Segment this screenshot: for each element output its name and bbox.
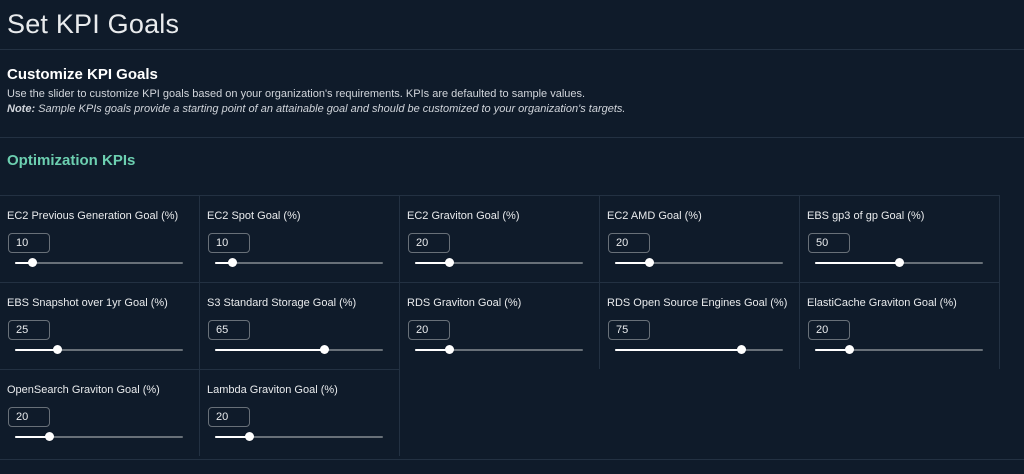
kpi-label: EBS gp3 of gp Goal (%)	[807, 210, 925, 222]
kpi-label: RDS Open Source Engines Goal (%)	[607, 297, 788, 309]
kpi-card-ebs-gp3: EBS gp3 of gp Goal (%)	[800, 195, 1000, 282]
kpi-slider[interactable]	[415, 345, 583, 355]
kpi-label: EC2 Spot Goal (%)	[207, 210, 301, 222]
kpi-label: EBS Snapshot over 1yr Goal (%)	[7, 297, 168, 309]
kpi-grid: EC2 Previous Generation Goal (%) EC2 Spo…	[0, 195, 1003, 456]
kpi-label: EC2 Previous Generation Goal (%)	[7, 210, 179, 222]
kpi-slider[interactable]	[415, 258, 583, 268]
intro-note-text: Sample KPIs goals provide a starting poi…	[35, 103, 626, 115]
kpi-card-ec2-spot: EC2 Spot Goal (%)	[200, 195, 400, 282]
slider-fill	[415, 262, 449, 264]
slider-fill	[215, 436, 249, 438]
slider-fill	[615, 349, 741, 351]
intro-note-label: Note:	[7, 103, 36, 115]
page-title: Set KPI Goals	[7, 9, 180, 39]
kpi-value-input[interactable]	[808, 320, 850, 340]
kpi-slider[interactable]	[215, 345, 383, 355]
kpi-value-input[interactable]	[208, 233, 250, 253]
page: Set KPI Goals Customize KPI Goals Use th…	[0, 0, 1024, 474]
slider-thumb[interactable]	[844, 345, 854, 354]
kpi-label: EC2 AMD Goal (%)	[607, 210, 702, 222]
kpi-card-ec2-graviton: EC2 Graviton Goal (%)	[400, 195, 600, 282]
slider-thumb[interactable]	[895, 258, 904, 267]
kpi-slider[interactable]	[815, 345, 983, 355]
section-heading: Optimization KPIs	[7, 152, 136, 169]
slider-thumb[interactable]	[320, 345, 330, 354]
slider-fill	[415, 349, 449, 351]
intro-note: Note: Sample KPIs goals provide a starti…	[7, 102, 1017, 117]
kpi-card-elasticache-graviton: ElastiCache Graviton Goal (%)	[800, 282, 1000, 369]
intro-description: Use the slider to customize KPI goals ba…	[7, 88, 586, 100]
slider-thumb[interactable]	[444, 258, 454, 267]
kpi-slider[interactable]	[215, 432, 383, 442]
slider-thumb[interactable]	[244, 432, 254, 441]
title-bar: Set KPI Goals	[0, 0, 1024, 50]
kpi-card-ec2-previous-generation: EC2 Previous Generation Goal (%)	[0, 195, 200, 282]
kpi-row-3: OpenSearch Graviton Goal (%) Lambda Grav…	[0, 369, 1003, 456]
kpi-label: ElastiCache Graviton Goal (%)	[807, 297, 957, 309]
slider-thumb[interactable]	[737, 345, 746, 354]
slider-track	[215, 262, 383, 264]
kpi-card-s3-standard-storage: S3 Standard Storage Goal (%)	[200, 282, 400, 369]
kpi-label: EC2 Graviton Goal (%)	[407, 210, 520, 222]
kpi-card-rds-open-source: RDS Open Source Engines Goal (%)	[600, 282, 800, 369]
slider-thumb[interactable]	[444, 345, 454, 354]
kpi-slider[interactable]	[15, 432, 183, 442]
kpi-card-lambda-graviton: Lambda Graviton Goal (%)	[200, 369, 400, 456]
kpi-value-input[interactable]	[8, 233, 50, 253]
kpi-value-input[interactable]	[808, 233, 850, 253]
kpi-value-input[interactable]	[8, 320, 50, 340]
kpi-slider[interactable]	[215, 258, 383, 268]
slider-fill	[815, 262, 899, 264]
kpi-slider[interactable]	[815, 258, 983, 268]
intro-panel: Customize KPI Goals Use the slider to cu…	[0, 50, 1024, 138]
kpi-slider[interactable]	[15, 258, 183, 268]
kpi-card-ebs-snapshot: EBS Snapshot over 1yr Goal (%)	[0, 282, 200, 369]
slider-fill	[215, 349, 325, 351]
kpi-value-input[interactable]	[408, 233, 450, 253]
kpi-card-rds-graviton: RDS Graviton Goal (%)	[400, 282, 600, 369]
kpi-value-input[interactable]	[208, 320, 250, 340]
kpi-card-ec2-amd: EC2 AMD Goal (%)	[600, 195, 800, 282]
intro-heading: Customize KPI Goals	[7, 66, 158, 83]
slider-thumb[interactable]	[44, 432, 54, 441]
slider-fill	[15, 436, 49, 438]
kpi-slider[interactable]	[615, 345, 783, 355]
kpi-label: RDS Graviton Goal (%)	[407, 297, 522, 309]
kpi-label: S3 Standard Storage Goal (%)	[207, 297, 357, 309]
kpi-value-input[interactable]	[208, 407, 250, 427]
kpi-value-input[interactable]	[408, 320, 450, 340]
kpi-row-2: EBS Snapshot over 1yr Goal (%) S3 Standa…	[0, 282, 1003, 369]
slider-fill	[615, 262, 649, 264]
slider-thumb[interactable]	[644, 258, 654, 267]
kpi-slider[interactable]	[615, 258, 783, 268]
slider-track	[15, 262, 183, 264]
slider-thumb[interactable]	[27, 258, 37, 267]
slider-fill	[815, 349, 849, 351]
kpi-slider[interactable]	[15, 345, 183, 355]
slider-thumb[interactable]	[53, 345, 62, 354]
slider-thumb[interactable]	[227, 258, 237, 267]
slider-fill	[15, 349, 57, 351]
kpi-value-input[interactable]	[608, 320, 650, 340]
kpi-label: Lambda Graviton Goal (%)	[207, 384, 338, 396]
kpi-value-input[interactable]	[8, 407, 50, 427]
section-divider	[0, 459, 1024, 474]
kpi-label: OpenSearch Graviton Goal (%)	[7, 384, 160, 396]
kpi-row-1: EC2 Previous Generation Goal (%) EC2 Spo…	[0, 195, 1003, 282]
kpi-card-opensearch-graviton: OpenSearch Graviton Goal (%)	[0, 369, 200, 456]
kpi-value-input[interactable]	[608, 233, 650, 253]
